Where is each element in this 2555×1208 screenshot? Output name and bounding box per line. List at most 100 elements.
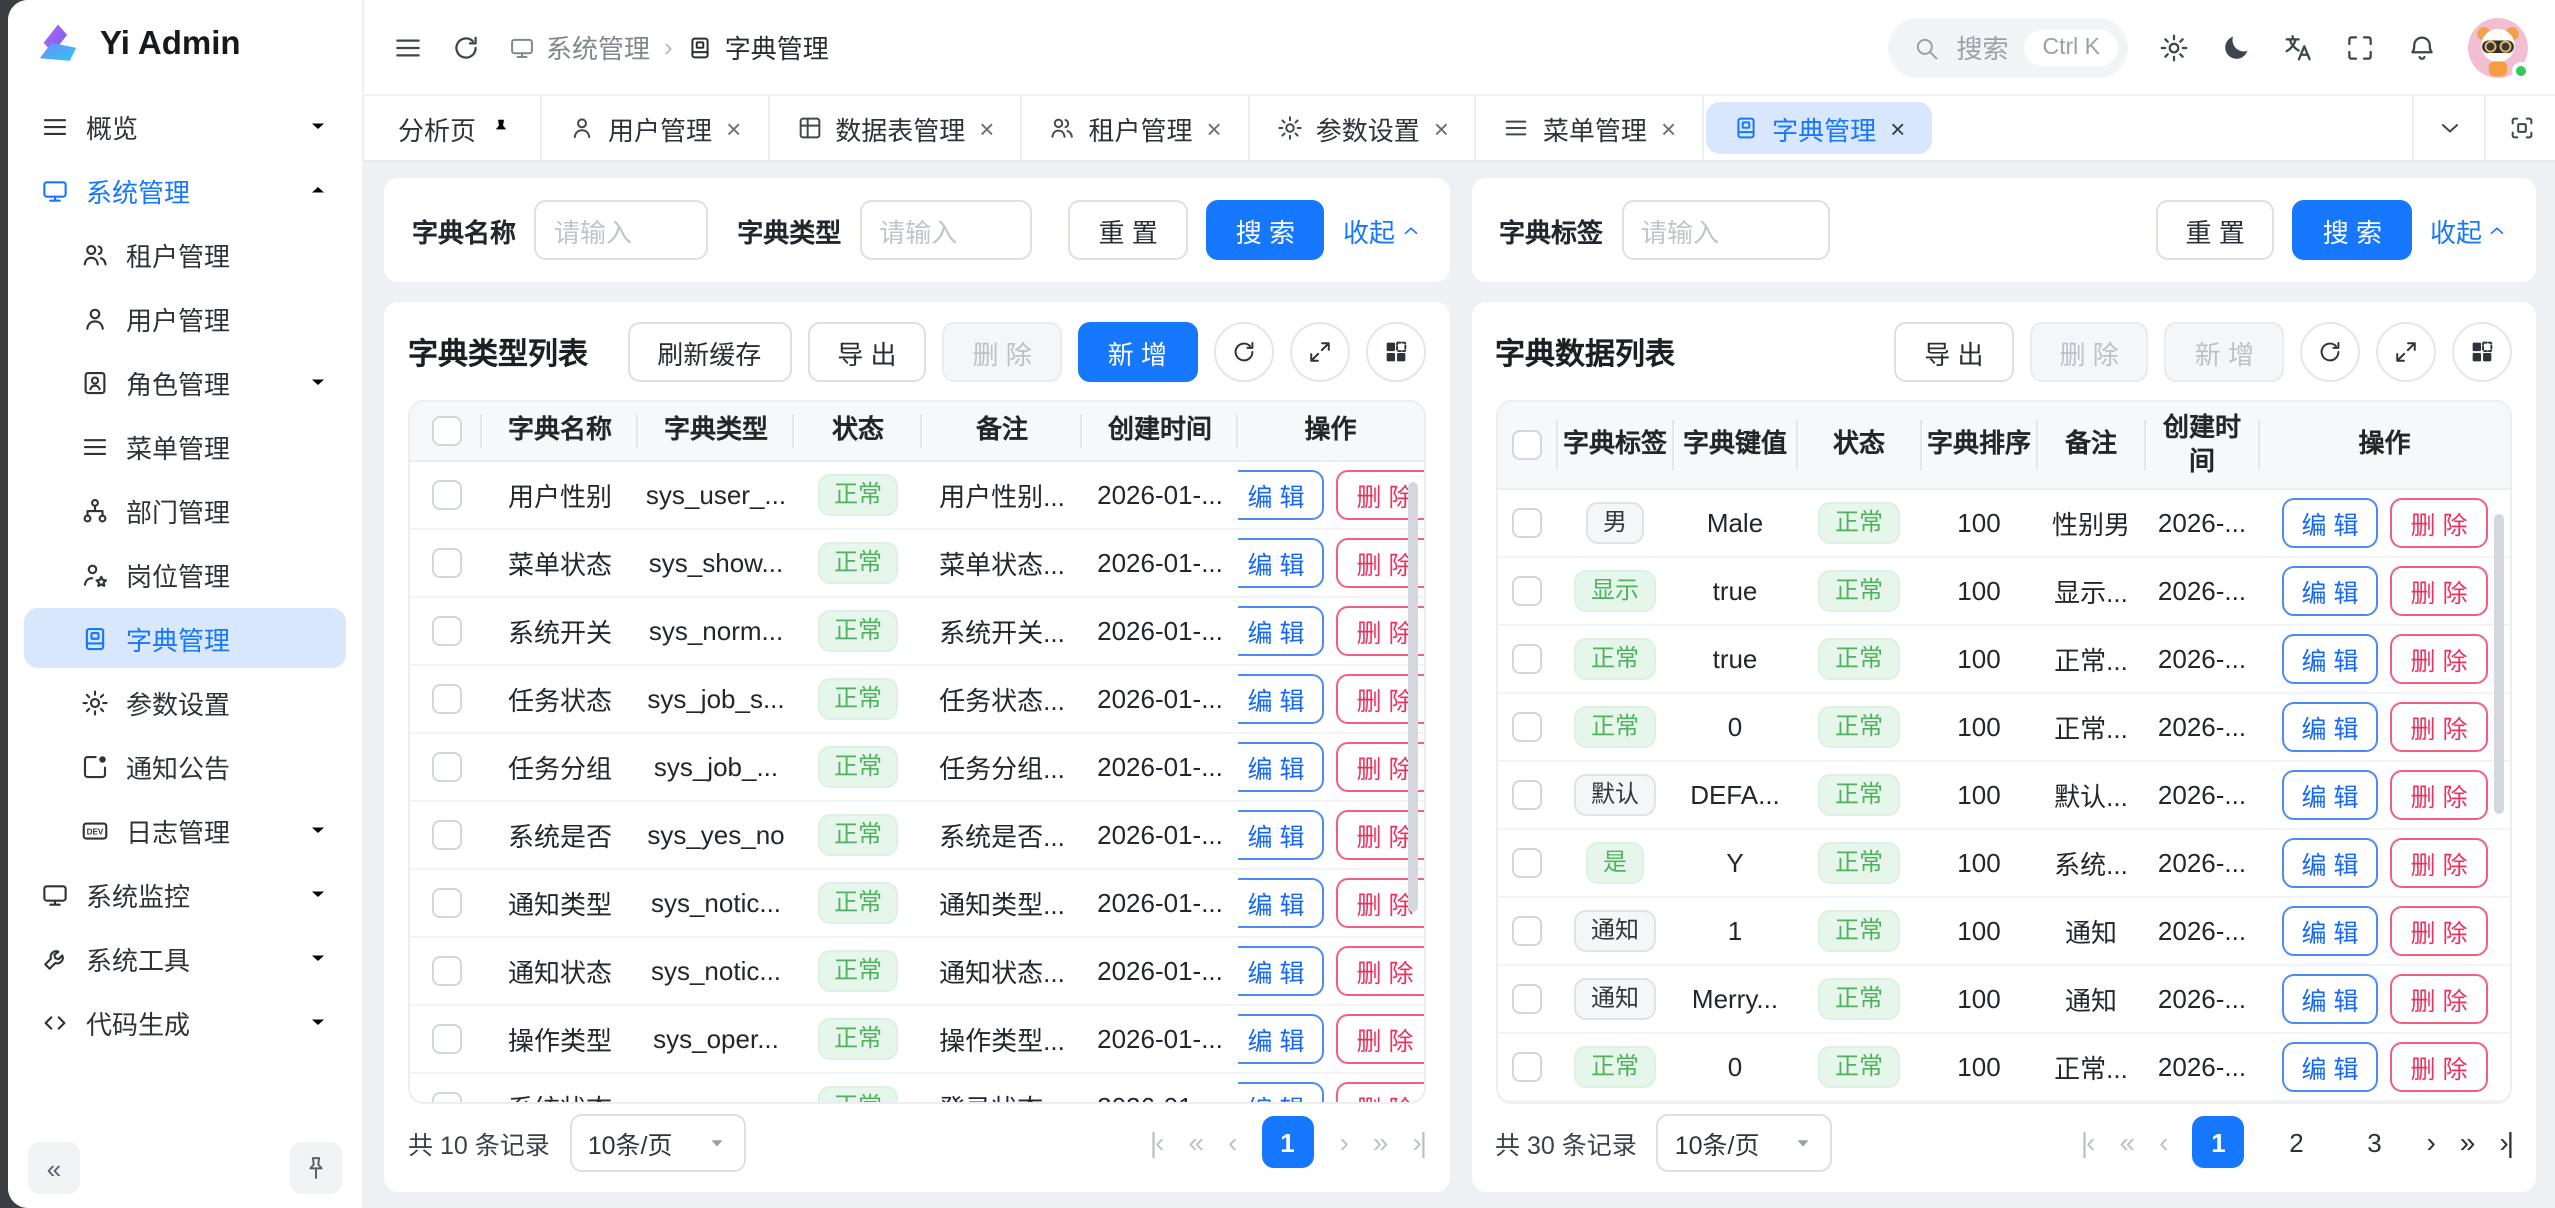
edit-button[interactable]: 编 辑 [1238,810,1325,860]
tab-close-icon[interactable]: × [1890,115,1905,141]
dict-name-input[interactable]: 请输入 [534,200,707,260]
edit-button[interactable]: 编 辑 [1238,1082,1325,1102]
page-size-select[interactable]: 10条/页 [1657,1113,1833,1171]
first-page-button[interactable]: |‹ [1150,1126,1163,1158]
edit-button[interactable]: 编 辑 [1238,606,1325,656]
tab-close-icon[interactable]: × [1434,115,1449,141]
collapse-sidebar-button[interactable]: « [28,1142,80,1194]
jump-back-button[interactable]: « [1189,1126,1203,1158]
edit-button[interactable]: 编 辑 [1238,674,1325,724]
edit-button[interactable]: 编 辑 [2282,702,2379,752]
row-checkbox[interactable] [431,1024,461,1054]
edit-button[interactable]: 编 辑 [2282,906,2379,956]
settings-gear-icon[interactable] [2158,31,2190,63]
reset-button[interactable]: 重 置 [2155,200,2274,260]
expand-table-button[interactable] [2376,322,2436,382]
jump-forward-button[interactable]: » [2460,1126,2474,1158]
edit-button[interactable]: 编 辑 [2282,974,2379,1024]
sidebar-item[interactable]: 菜单管理 [24,416,346,476]
table-scrollbar[interactable] [1407,482,1417,912]
content-fullscreen-button[interactable] [2484,96,2555,160]
jump-forward-button[interactable]: » [1373,1126,1387,1158]
breadcrumb-item-dict[interactable]: 字典管理 [687,28,829,66]
edit-button[interactable]: 编 辑 [2282,838,2379,888]
row-checkbox[interactable] [1512,848,1542,878]
delete-button[interactable]: 删 除 [2391,838,2488,888]
add-button[interactable]: 新 增 [2165,322,2284,382]
tab-close-icon[interactable]: × [1207,115,1222,141]
last-page-button[interactable]: ›| [2499,1126,2512,1158]
collapse-filters-link[interactable]: 收起 [1343,211,1421,249]
sidebar-item[interactable]: 租户管理 [24,224,346,284]
add-button[interactable]: 新 增 [1078,322,1197,382]
search-button[interactable]: 搜 索 [2293,200,2412,260]
delete-button[interactable]: 删 除 [2391,974,2488,1024]
row-checkbox[interactable] [431,956,461,986]
delete-button[interactable]: 删 除 [1337,1014,1424,1064]
delete-button[interactable]: 删 除 [1337,946,1424,996]
edit-button[interactable]: 编 辑 [1238,1014,1325,1064]
row-checkbox[interactable] [1512,780,1542,810]
page-number-active[interactable]: 1 [2192,1116,2244,1168]
delete-button[interactable]: 删 除 [2391,906,2488,956]
expand-table-button[interactable] [1289,322,1349,382]
select-all-checkbox[interactable] [1512,430,1542,460]
delete-button[interactable]: 删 除 [2391,566,2488,616]
row-checkbox[interactable] [1512,1052,1542,1082]
sidebar-item[interactable]: 角色管理 [24,352,346,412]
sidebar-item[interactable]: 系统管理 [24,160,346,220]
collapse-filters-link[interactable]: 收起 [2430,211,2508,249]
row-checkbox[interactable] [431,480,461,510]
search-button[interactable]: 搜 索 [1206,200,1325,260]
sidebar-item[interactable]: 系统工具 [24,928,346,988]
delete-button[interactable]: 删 除 [2391,702,2488,752]
row-checkbox[interactable] [1512,984,1542,1014]
export-button[interactable]: 导 出 [807,322,926,382]
sidebar-item[interactable]: 用户管理 [24,288,346,348]
tab-close-icon[interactable]: × [726,115,741,141]
page-number[interactable]: 3 [2348,1116,2400,1168]
row-checkbox[interactable] [431,616,461,646]
table-scrollbar[interactable] [2494,514,2504,814]
sidebar-item[interactable]: 概览 [24,96,346,156]
tab[interactable]: 字典管理 × [1706,102,1931,154]
refresh-page-icon[interactable] [450,31,482,63]
row-checkbox[interactable] [431,752,461,782]
tab[interactable]: 数据表管理 × [769,96,1022,160]
next-page-button[interactable]: › [1339,1126,1346,1158]
delete-button[interactable]: 删 除 [2391,634,2488,684]
sidebar-item[interactable]: 系统监控 [24,864,346,924]
page-size-select[interactable]: 10条/页 [570,1113,746,1171]
edit-button[interactable]: 编 辑 [1238,470,1325,520]
sidebar-item[interactable]: 字典管理 [24,608,346,668]
reset-button[interactable]: 重 置 [1068,200,1187,260]
tab-close-icon[interactable]: × [1661,115,1676,141]
refresh-cache-button[interactable]: 刷新缓存 [627,322,791,382]
tab[interactable]: 菜单管理 × [1477,96,1704,160]
language-translate-icon[interactable] [2282,31,2314,63]
tab[interactable]: 参数设置 × [1250,96,1477,160]
delete-button[interactable]: 删 除 [2391,498,2488,548]
sidebar-item[interactable]: 参数设置 [24,672,346,732]
row-checkbox[interactable] [431,548,461,578]
next-page-button[interactable]: › [2426,1126,2433,1158]
row-checkbox[interactable] [431,820,461,850]
row-checkbox[interactable] [1512,508,1542,538]
sidebar-item[interactable]: DEV 日志管理 [24,800,346,860]
sidebar-item[interactable]: 代码生成 [24,992,346,1052]
logo-row[interactable]: Yi Admin [8,0,362,88]
delete-button[interactable]: 删 除 [2391,770,2488,820]
user-avatar[interactable] [2468,17,2528,77]
page-number-active[interactable]: 1 [1261,1116,1313,1168]
dark-mode-moon-icon[interactable] [2220,31,2252,63]
row-checkbox[interactable] [1512,576,1542,606]
global-search[interactable]: 搜索 Ctrl K [1888,17,2128,77]
edit-button[interactable]: 编 辑 [1238,742,1325,792]
edit-button[interactable]: 编 辑 [2282,634,2379,684]
delete-button[interactable]: 删 除 [2030,322,2149,382]
page-number[interactable]: 2 [2270,1116,2322,1168]
fullscreen-icon[interactable] [2344,31,2376,63]
last-page-button[interactable]: ›| [1412,1126,1425,1158]
row-checkbox[interactable] [431,684,461,714]
pin-sidebar-button[interactable] [290,1142,342,1194]
